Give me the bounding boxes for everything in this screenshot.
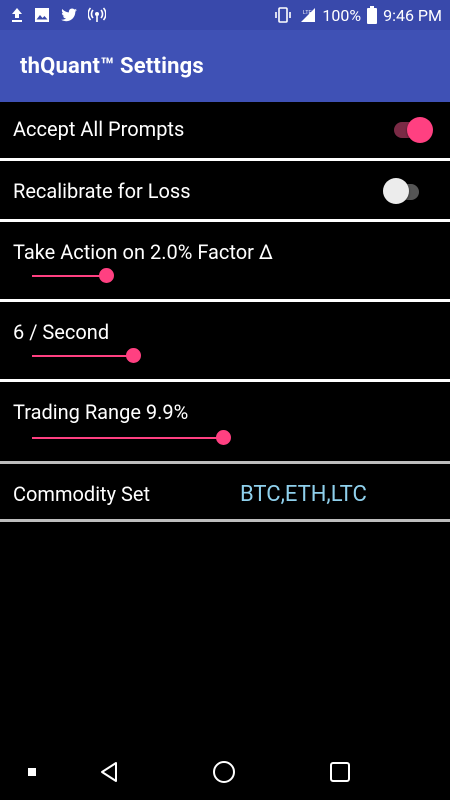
setting-accept-all-prompts[interactable]: Accept All Prompts xyxy=(0,102,450,158)
switch-thumb xyxy=(383,178,409,204)
setting-label: Recalibrate for Loss xyxy=(13,179,191,203)
status-bar: LTE 100% 9:46 PM xyxy=(0,0,450,30)
page-title: thQuant™ Settings xyxy=(20,53,204,79)
action-factor-slider[interactable] xyxy=(32,268,422,284)
recents-dot-icon[interactable] xyxy=(22,762,42,782)
home-icon[interactable] xyxy=(209,757,239,787)
signal-lte-icon: LTE xyxy=(298,7,316,23)
clock: 9:46 PM xyxy=(383,5,442,25)
system-status: LTE 100% 9:46 PM xyxy=(274,6,442,25)
setting-commodity-set[interactable]: Commodity Set xyxy=(0,464,450,519)
twitter-icon xyxy=(60,8,78,23)
slider-thumb[interactable] xyxy=(126,348,141,363)
trading-range-slider[interactable] xyxy=(32,430,422,446)
app-bar: thQuant™ Settings xyxy=(0,30,450,102)
setting-rate: 6 / Second xyxy=(0,302,450,379)
setting-trading-range: Trading Range 9.9% xyxy=(0,382,450,461)
commodity-set-value[interactable]: BTC,ETH,LTC xyxy=(240,482,367,507)
setting-action-factor: Take Action on 2.0% Factor Δ xyxy=(0,222,450,299)
setting-label: Trading Range 9.9% xyxy=(13,400,189,424)
image-icon xyxy=(34,7,50,23)
setting-label: Commodity Set xyxy=(13,482,151,506)
slider-thumb[interactable] xyxy=(99,268,114,283)
setting-recalibrate-for-loss[interactable]: Recalibrate for Loss xyxy=(0,161,450,219)
rate-slider[interactable] xyxy=(32,348,422,364)
divider xyxy=(0,519,450,522)
back-icon[interactable] xyxy=(94,757,124,787)
vibrate-icon xyxy=(274,7,292,23)
switch-thumb xyxy=(407,117,433,143)
slider-track xyxy=(32,437,223,439)
svg-text:LTE: LTE xyxy=(303,10,312,16)
setting-label: 6 / Second xyxy=(13,320,110,344)
slider-track xyxy=(32,355,133,357)
setting-label: Accept All Prompts xyxy=(13,117,185,141)
slider-thumb[interactable] xyxy=(216,430,231,445)
battery-icon xyxy=(367,6,378,24)
hotspot-icon xyxy=(88,7,106,23)
overview-icon[interactable] xyxy=(325,757,355,787)
slider-track xyxy=(32,275,106,277)
notification-icons xyxy=(10,7,106,23)
battery-percent: 100% xyxy=(322,5,362,25)
setting-label: Take Action on 2.0% Factor Δ xyxy=(13,240,273,264)
upload-icon xyxy=(10,7,24,23)
navigation-bar xyxy=(0,745,450,800)
